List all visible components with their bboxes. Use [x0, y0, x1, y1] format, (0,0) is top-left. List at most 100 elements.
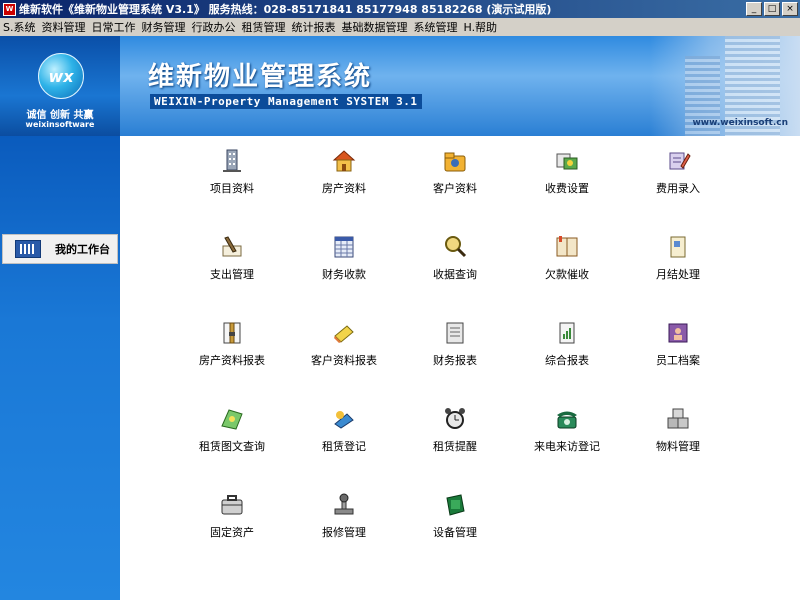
module-label: 房产资料报表	[199, 354, 265, 367]
menu-system[interactable]: S.系统	[0, 19, 38, 35]
module-fixed-assets[interactable]: 固定资产	[182, 492, 282, 562]
module-receipt-query[interactable]: 收据查询	[405, 234, 505, 304]
banner-subtitle: WEIXIN-Property Management SYSTEM 3.1	[150, 94, 422, 109]
close-button[interactable]: ×	[782, 2, 798, 16]
menu-daily-work[interactable]: 日常工作	[88, 19, 138, 35]
register-icon	[331, 406, 357, 432]
client-folder-icon	[442, 148, 468, 174]
module-label: 物料管理	[656, 440, 700, 453]
logo-slogan: 诚信 创新 共赢	[26, 110, 94, 121]
monthly-doc-icon	[665, 234, 691, 260]
module-label: 财务报表	[433, 354, 477, 367]
module-label: 收据查询	[433, 268, 477, 281]
workbench-icon	[15, 240, 41, 258]
module-label: 房产资料	[322, 182, 366, 195]
module-client-report[interactable]: 客户资料报表	[294, 320, 394, 390]
module-label: 设备管理	[433, 526, 477, 539]
module-fee-entry[interactable]: 费用录入	[628, 148, 728, 218]
module-finance-report[interactable]: 财务报表	[405, 320, 505, 390]
menu-admin-office[interactable]: 行政办公	[188, 19, 238, 35]
telephone-icon	[554, 406, 580, 432]
menu-data-management[interactable]: 资料管理	[38, 19, 88, 35]
header-banner: 维新物业管理系统 WEIXIN-Property Management SYST…	[0, 36, 800, 136]
employee-file-icon	[665, 320, 691, 346]
module-fee-settings[interactable]: 收费设置	[517, 148, 617, 218]
module-label: 客户资料	[433, 182, 477, 195]
sidebar: 我的工作台	[0, 136, 120, 600]
module-employee-records[interactable]: 员工档案	[628, 320, 728, 390]
menu-system-management[interactable]: 系统管理	[410, 19, 460, 35]
boxes-icon	[665, 406, 691, 432]
expense-pen-icon	[219, 234, 245, 260]
module-debt-collection[interactable]: 欠款催收	[517, 234, 617, 304]
repair-tool-icon	[331, 492, 357, 518]
window-title: 维新软件《维新物业管理系统 V3.1》 服务热线：028-85171841 85…	[19, 3, 552, 16]
briefcase-icon	[219, 492, 245, 518]
device-icon	[442, 492, 468, 518]
module-label: 租赁图文查询	[199, 440, 265, 453]
book-icon	[554, 234, 580, 260]
maximize-button[interactable]: □	[764, 2, 780, 16]
main-frame: 维新物业管理系统 WEIXIN-Property Management SYST…	[0, 36, 800, 600]
menu-finance[interactable]: 财务管理	[138, 19, 188, 35]
zip-file-icon	[219, 320, 245, 346]
banner-url: www.weixinsoft.cn	[692, 118, 788, 128]
module-label: 项目资料	[210, 182, 254, 195]
minimize-button[interactable]: _	[746, 2, 762, 16]
company-logo-icon: wx	[38, 53, 84, 99]
house-icon	[331, 148, 357, 174]
module-expense-management[interactable]: 支出管理	[182, 234, 282, 304]
sidebar-item-label: 我的工作台	[55, 243, 110, 256]
window-title-bar[interactable]: W 维新软件《维新物业管理系统 V3.1》 服务热线：028-85171841 …	[0, 0, 800, 18]
module-label: 固定资产	[210, 526, 254, 539]
building-icon	[219, 148, 245, 174]
module-lease-reminder[interactable]: 租赁提醒	[405, 406, 505, 476]
report-doc-icon	[554, 320, 580, 346]
map-icon	[219, 406, 245, 432]
fee-setting-icon	[554, 148, 580, 174]
module-summary-report[interactable]: 综合报表	[517, 320, 617, 390]
module-repair-management[interactable]: 报修管理	[294, 492, 394, 562]
module-label: 支出管理	[210, 268, 254, 281]
module-project-data[interactable]: 项目资料	[182, 148, 282, 218]
module-label: 租赁提醒	[433, 440, 477, 453]
module-grid: 项目资料 房产资料 客户资料 收费设置 费用录入 支出管理 财务收款 收据查询 …	[120, 136, 800, 600]
module-equipment-management[interactable]: 设备管理	[405, 492, 505, 562]
ledger-icon	[331, 234, 357, 260]
module-client-data[interactable]: 客户资料	[405, 148, 505, 218]
module-lease-map-query[interactable]: 租赁图文查询	[182, 406, 282, 476]
module-material-management[interactable]: 物料管理	[628, 406, 728, 476]
menu-help[interactable]: H.帮助	[460, 19, 500, 35]
menu-base-data[interactable]: 基础数据管理	[338, 19, 410, 35]
module-label: 租赁登记	[322, 440, 366, 453]
module-label: 报修管理	[322, 526, 366, 539]
sidebar-item-workbench[interactable]: 我的工作台	[2, 234, 118, 264]
logo-brand: weixinsoftware	[25, 120, 95, 129]
menu-reports[interactable]: 统计报表	[288, 19, 338, 35]
alarm-clock-icon	[442, 406, 468, 432]
module-label: 费用录入	[656, 182, 700, 195]
module-label: 综合报表	[545, 354, 589, 367]
magnifier-icon	[442, 234, 468, 260]
module-visitor-register[interactable]: 来电来访登记	[517, 406, 617, 476]
eraser-icon	[331, 320, 357, 346]
menu-bar: S.系统 资料管理 日常工作 财务管理 行政办公 租赁管理 统计报表 基础数据管…	[0, 18, 800, 37]
module-monthly-close[interactable]: 月结处理	[628, 234, 728, 304]
module-label: 欠款催收	[545, 268, 589, 281]
module-label: 收费设置	[545, 182, 589, 195]
newspaper-icon	[442, 320, 468, 346]
module-label: 财务收款	[322, 268, 366, 281]
module-label: 月结处理	[656, 268, 700, 281]
banner-title: 维新物业管理系统	[148, 62, 373, 92]
fee-entry-icon	[665, 148, 691, 174]
module-property-report[interactable]: 房产资料报表	[182, 320, 282, 390]
logo-panel: wx 诚信 创新 共赢 weixinsoftware	[0, 36, 120, 136]
module-label: 来电来访登记	[534, 440, 600, 453]
module-label: 客户资料报表	[311, 354, 377, 367]
module-lease-register[interactable]: 租赁登记	[294, 406, 394, 476]
app-logo-icon: W	[3, 2, 16, 16]
module-label: 员工档案	[656, 354, 700, 367]
menu-lease[interactable]: 租赁管理	[238, 19, 288, 35]
module-property-data[interactable]: 房产资料	[294, 148, 394, 218]
module-finance-receipt[interactable]: 财务收款	[294, 234, 394, 304]
